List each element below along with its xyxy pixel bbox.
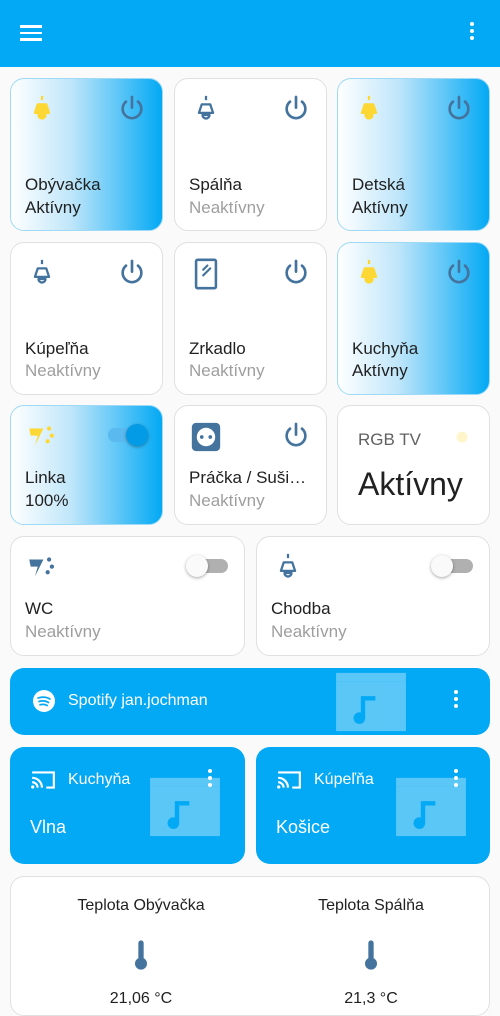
movie-art-icon <box>336 672 406 732</box>
linka-toggle[interactable] <box>104 422 150 448</box>
sensor-value: 21,06 °C <box>109 990 173 1007</box>
tile-name: WC <box>25 599 54 618</box>
ceiling-light-icon <box>197 95 215 120</box>
tile-name: Spálňa <box>189 175 242 194</box>
hamburger-menu-icon[interactable] <box>18 22 48 46</box>
led-strip-icon <box>29 426 55 446</box>
tile-name: Kuchyňa <box>352 339 419 358</box>
sensor-title: Teplota Spálňa <box>318 897 424 914</box>
cast-more-icon[interactable] <box>204 769 216 793</box>
tile-state: Neaktívny <box>25 361 101 380</box>
power-icon[interactable] <box>443 257 475 289</box>
cast-icon <box>31 771 55 789</box>
power-icon[interactable] <box>280 93 312 125</box>
power-icon[interactable] <box>280 420 312 452</box>
tile-pracka[interactable]: Práčka / Sušička Neaktívny <box>174 405 327 525</box>
bulb-icon <box>456 431 468 443</box>
cast-icon <box>277 771 301 789</box>
app-bar <box>0 0 500 67</box>
ceiling-light-icon <box>33 95 51 120</box>
tile-name: Detská <box>352 175 405 194</box>
tile-obyvacka[interactable]: Obývačka Aktívny <box>10 78 163 231</box>
tile-spalna[interactable]: Spálňa Neaktívny <box>174 78 327 231</box>
tile-wc[interactable]: WC Neaktívny <box>10 536 245 656</box>
thermometer-icon <box>135 940 147 970</box>
sensor-spalna[interactable]: Teplota Spálňa 21,3 °C <box>251 897 491 1008</box>
tile-name: Chodba <box>271 599 331 618</box>
tile-name: Práčka / Sušička <box>189 468 309 487</box>
cast-card-kupelna[interactable]: Kúpeľňa Košice <box>256 747 490 864</box>
tile-kuchyna[interactable]: Kuchyňa Aktívny <box>337 242 490 395</box>
led-strip-icon <box>29 557 55 577</box>
spotify-icon <box>33 690 55 712</box>
power-icon[interactable] <box>116 93 148 125</box>
ceiling-light-icon <box>360 259 378 284</box>
tile-state: 100% <box>25 491 69 510</box>
tile-state: Neaktívny <box>25 622 101 641</box>
power-icon[interactable] <box>280 257 312 289</box>
cast-card-kuchyna[interactable]: Kuchyňa Vlna <box>10 747 245 864</box>
thermometer-icon <box>365 940 377 970</box>
ceiling-light-icon <box>279 553 297 578</box>
sensor-obyvacka[interactable]: Teplota Obývačka 21,06 °C <box>21 897 261 1008</box>
tile-state: Neaktívny <box>271 622 347 641</box>
more-vertical-icon[interactable] <box>466 22 478 48</box>
tile-name: Linka <box>25 468 66 487</box>
tile-name: Kúpeľňa <box>25 339 89 358</box>
tile-state-large: Aktívny <box>358 466 463 502</box>
cast-room-label: Kuchyňa <box>68 771 131 788</box>
spotify-media-card[interactable]: Spotify jan.jochman <box>10 668 490 735</box>
cast-title: Košice <box>276 817 331 837</box>
power-socket-icon <box>191 422 221 452</box>
ceiling-light-icon <box>33 259 51 284</box>
tile-state: Neaktívny <box>189 198 265 217</box>
cast-room-label: Kúpeľňa <box>314 771 374 788</box>
tile-rgb-tv[interactable]: RGB TV Aktívny <box>337 405 490 525</box>
tile-kupelna[interactable]: Kúpeľňa Neaktívny <box>10 242 163 395</box>
tile-state: Neaktívny <box>189 361 265 380</box>
tile-state: Aktívny <box>352 198 408 217</box>
tile-linka[interactable]: Linka 100% <box>10 405 163 525</box>
tile-name: RGB TV <box>358 430 421 449</box>
ceiling-light-icon <box>360 95 378 120</box>
chodba-toggle[interactable] <box>431 553 477 579</box>
tile-name: Obývačka <box>25 175 101 194</box>
temperature-card: Teplota Obývačka 21,06 °C Teplota Spálňa… <box>10 876 490 1016</box>
power-icon[interactable] <box>116 257 148 289</box>
tile-state: Aktívny <box>352 361 408 380</box>
spotify-more-icon[interactable] <box>450 690 462 714</box>
mirror-icon <box>194 258 218 290</box>
tile-state: Neaktívny <box>189 491 265 510</box>
sensor-value: 21,3 °C <box>344 990 398 1007</box>
tile-state: Aktívny <box>25 198 81 217</box>
tile-zrkadlo[interactable]: Zrkadlo Neaktívny <box>174 242 327 395</box>
cast-more-icon[interactable] <box>450 769 462 793</box>
tile-chodba[interactable]: Chodba Neaktívny <box>256 536 490 656</box>
tile-name: Zrkadlo <box>189 339 246 358</box>
spotify-label: Spotify jan.jochman <box>68 692 208 709</box>
wc-toggle[interactable] <box>186 553 232 579</box>
cast-title: Vlna <box>30 817 67 837</box>
sensor-title: Teplota Obývačka <box>77 897 205 914</box>
tile-detska[interactable]: Detská Aktívny <box>337 78 490 231</box>
power-icon[interactable] <box>443 93 475 125</box>
